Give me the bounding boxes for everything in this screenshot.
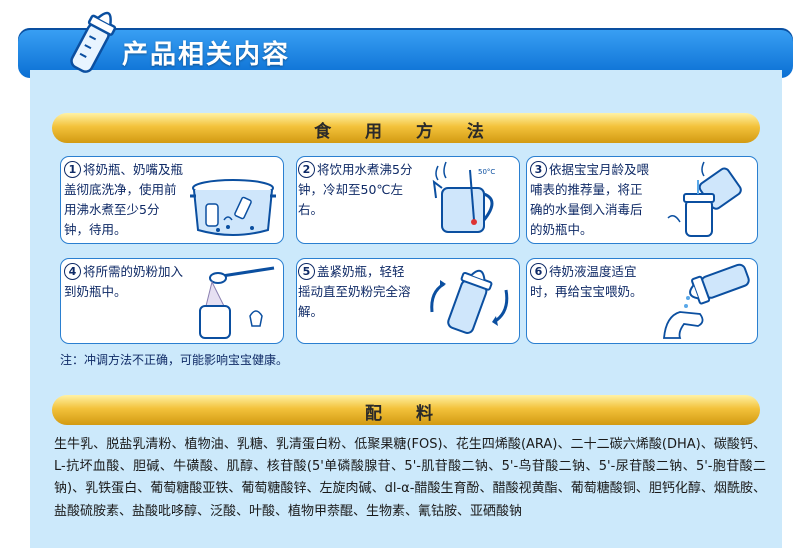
adding-powder-icon: [188, 262, 278, 340]
ingredients-list: 生牛乳、脱盐乳清粉、植物油、乳糖、乳清蛋白粉、低聚果糖(FOS)、花生四烯酸(A…: [54, 437, 766, 519]
boiling-pot-icon: [188, 160, 278, 240]
ingredients-section-band: 配 料: [52, 395, 760, 425]
shaking-bottle-icon: [424, 262, 514, 340]
step-1-text: 1 将奶瓶、奶嘴及瓶盖彻底洗净，使用前用沸水煮至少5分钟，待用。: [64, 160, 184, 240]
kettle-thermometer-icon: 50°C: [424, 160, 514, 240]
usage-section-title: 食 用 方 法: [314, 122, 498, 142]
step-6-text: 6 待奶液温度适宜时，再给宝宝喂奶。: [530, 262, 654, 302]
step-4-text: 4 将所需的奶粉加入到奶瓶中。: [64, 262, 184, 302]
step-number-badge: 1: [64, 161, 81, 178]
step-1-label: 将奶瓶、奶嘴及瓶盖彻底洗净，使用前用沸水煮至少5分钟，待用。: [64, 162, 184, 237]
step-number-badge: 3: [530, 161, 547, 178]
usage-note: 注：冲调方法不正确，可能影响宝宝健康。: [60, 353, 289, 367]
step-number-badge: 2: [298, 161, 315, 178]
step-3-text: 3 依据宝宝月龄及喂哺表的推荐量，将正确的水量倒入消毒后的奶瓶中。: [530, 160, 654, 240]
step-number-badge: 5: [298, 263, 315, 280]
step-number-badge: 4: [64, 263, 81, 280]
step-3-label: 依据宝宝月龄及喂哺表的推荐量，将正确的水量倒入消毒后的奶瓶中。: [530, 162, 650, 237]
pouring-water-icon: [660, 160, 752, 240]
step-5-text: 5 盖紧奶瓶，轻轻摇动直至奶粉完全溶解。: [298, 262, 416, 322]
ingredients-section-title: 配 料: [365, 404, 447, 424]
testing-temperature-icon: [660, 262, 752, 340]
step-number-badge: 6: [530, 263, 547, 280]
step-2-text: 2 将饮用水煮沸5分钟，冷却至50℃左右。: [298, 160, 416, 220]
step-2-label: 将饮用水煮沸5分钟，冷却至50℃左右。: [298, 162, 413, 217]
kettle-temperature-label: 50°C: [478, 168, 495, 176]
usage-section-band: 食 用 方 法: [52, 113, 760, 143]
baby-bottle-logo-icon: [70, 11, 117, 73]
page-title: 产品相关内容: [122, 40, 291, 70]
step-4-label: 将所需的奶粉加入到奶瓶中。: [64, 264, 184, 299]
